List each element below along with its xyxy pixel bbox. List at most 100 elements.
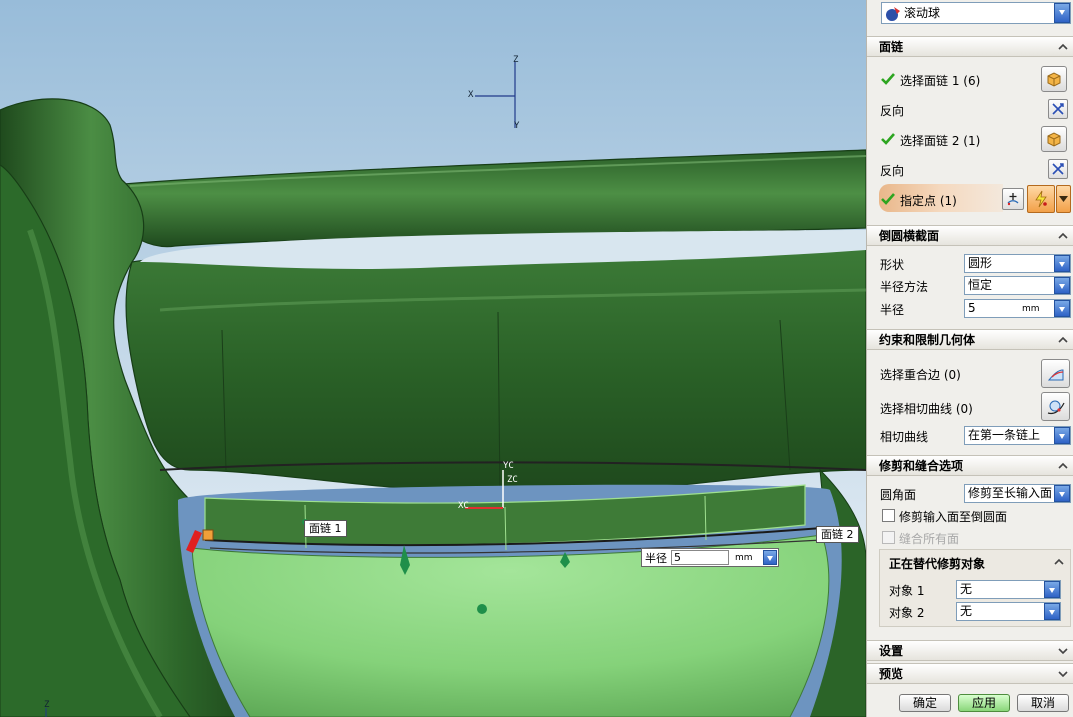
face-cube-icon [1047, 72, 1061, 87]
reverse-1-label: 反向 [880, 104, 905, 118]
reverse-direction-icon [1052, 163, 1064, 175]
tangent-curve-select[interactable]: 在第一条链上 [964, 426, 1071, 445]
expand-chevron-icon[interactable] [1057, 668, 1069, 680]
reverse-2-label: 反向 [880, 164, 905, 178]
radius-onscreen-dropdown[interactable] [763, 550, 777, 565]
select-tangent-curve-label[interactable]: 选择相切曲线 (0) [880, 400, 973, 417]
check-icon [881, 133, 895, 145]
blend-type-value: 滚动球 [904, 6, 941, 20]
object-2-label: 对象 2 [889, 606, 925, 620]
shape-select[interactable]: 圆形 [964, 254, 1071, 273]
radius-input[interactable]: 5 mm [964, 299, 1071, 318]
blend-type-select[interactable]: 滚动球 [881, 2, 1071, 24]
select-face-chain-2-button[interactable] [1041, 126, 1067, 152]
lightning-point-icon [1035, 190, 1047, 208]
section-settings-title: 设置 [879, 644, 904, 658]
section-preview-title: 预览 [879, 667, 904, 681]
select-face-chain-2-label[interactable]: 选择面链 2 (1) [900, 132, 980, 149]
radius-onscreen-input[interactable]: 半径 5 mm [641, 548, 779, 567]
reverse-direction-2-button[interactable] [1048, 159, 1068, 179]
fillet-face-label: 圆角面 [880, 488, 917, 502]
select-face-chain-1-button[interactable] [1041, 66, 1067, 92]
object-1-label: 对象 1 [889, 584, 925, 598]
tangent-curve-dropdown[interactable] [1054, 427, 1070, 444]
face-chain-1-tag[interactable]: 面链 1 [304, 520, 347, 537]
radius-unit: mm [1022, 304, 1040, 314]
object-2-select[interactable]: 无 [956, 602, 1061, 621]
radius-label: 半径 [880, 303, 905, 317]
check-icon [881, 73, 895, 85]
override-trim-title: 正在替代修剪对象 [889, 557, 986, 571]
object-1-value: 无 [960, 582, 973, 596]
face-cube-icon [1047, 132, 1061, 147]
shape-dropdown[interactable] [1054, 255, 1070, 272]
axis-x-label: X [468, 90, 474, 100]
object-1-dropdown[interactable] [1044, 581, 1060, 598]
radius-method-value: 恒定 [968, 278, 993, 292]
object-2-value: 无 [960, 604, 973, 618]
section-trim-sew[interactable]: 修剪和缝合选项 [867, 455, 1073, 476]
object-2-dropdown[interactable] [1044, 603, 1060, 620]
fillet-face-select[interactable]: 修剪至长输入面 [964, 484, 1071, 503]
radius-method-dropdown[interactable] [1054, 277, 1070, 294]
axis-yc-label: YC [503, 461, 514, 471]
select-coincident-edge-label[interactable]: 选择重合边 (0) [880, 366, 961, 383]
object-1-select[interactable]: 无 [956, 580, 1061, 599]
point-constructor-icon [1007, 193, 1019, 206]
collapse-chevron-icon[interactable] [1057, 230, 1069, 242]
axis-z-label: Z [513, 55, 519, 65]
select-tangent-curve-button[interactable] [1041, 392, 1070, 421]
fillet-face-value: 修剪至长输入面 [968, 486, 1053, 500]
sew-all-checkbox[interactable] [882, 531, 895, 544]
ok-button[interactable]: 确定 [899, 694, 951, 712]
collapse-chevron-icon[interactable] [1057, 41, 1069, 53]
reverse-direction-icon [1052, 103, 1064, 115]
section-face-chain[interactable]: 面链 [867, 36, 1073, 57]
radius-method-select[interactable]: 恒定 [964, 276, 1071, 295]
radius-onscreen-label: 半径 [645, 551, 667, 565]
cancel-button[interactable]: 取消 [1017, 694, 1069, 712]
graphics-viewport[interactable]: Z X Y YC ZC XC Z 面链 1 面链 2 半径 5 mm [0, 0, 866, 717]
collapse-chevron-icon[interactable] [1057, 334, 1069, 346]
reverse-direction-1-button[interactable] [1048, 99, 1068, 119]
section-settings[interactable]: 设置 [867, 640, 1073, 661]
axis-y-label: Y [514, 121, 520, 131]
shape-label: 形状 [880, 258, 905, 272]
section-preview[interactable]: 预览 [867, 663, 1073, 684]
radius-onscreen-field[interactable]: 5 [671, 550, 729, 565]
shape-value: 圆形 [968, 256, 993, 270]
mini-axis-z-label: Z [44, 700, 50, 710]
section-constraint-title: 约束和限制几何体 [879, 333, 976, 347]
collapse-chevron-icon[interactable] [1057, 460, 1069, 472]
fillet-face-dropdown[interactable] [1054, 485, 1070, 502]
collapse-chevron-icon[interactable] [1053, 556, 1065, 568]
face-blend-dialog: 滚动球 面链 选择面链 1 (6) 反向 选择面链 2 (1) 反向 指定点 (… [866, 0, 1073, 717]
model-scene[interactable] [0, 0, 866, 717]
sew-all-label: 缝合所有面 [899, 532, 960, 546]
chevron-down-icon [1059, 196, 1068, 202]
blend-type-dropdown[interactable] [1054, 3, 1070, 23]
tangent-curve-icon [1047, 400, 1065, 414]
trim-inputs-checkbox[interactable] [882, 509, 895, 522]
specify-point-label[interactable]: 指定点 (1) [900, 192, 957, 209]
section-constraint[interactable]: 约束和限制几何体 [867, 329, 1073, 350]
section-face-chain-title: 面链 [879, 40, 904, 54]
radius-onscreen-unit: mm [735, 552, 753, 563]
radius-value[interactable]: 5 [968, 301, 976, 315]
expand-chevron-icon[interactable] [1057, 645, 1069, 657]
point-dialog-button[interactable] [1002, 188, 1024, 210]
section-cross-section[interactable]: 倒圆横截面 [867, 225, 1073, 246]
point-type-dropdown[interactable] [1056, 185, 1071, 213]
select-coincident-edge-button[interactable] [1041, 359, 1070, 388]
apply-button[interactable]: 应用 [958, 694, 1010, 712]
section-cross-section-title: 倒圆横截面 [879, 229, 940, 243]
select-face-chain-1-label[interactable]: 选择面链 1 (6) [900, 72, 980, 89]
tangent-curve-value: 在第一条链上 [968, 428, 1041, 442]
axis-zc-label: ZC [507, 475, 518, 485]
check-icon [881, 193, 895, 205]
rolling-ball-icon [886, 7, 900, 21]
radius-options-dropdown[interactable] [1054, 300, 1070, 317]
inferred-point-button[interactable] [1027, 185, 1055, 213]
face-chain-2-tag[interactable]: 面链 2 [816, 526, 859, 543]
coincident-edge-icon [1047, 368, 1063, 380]
